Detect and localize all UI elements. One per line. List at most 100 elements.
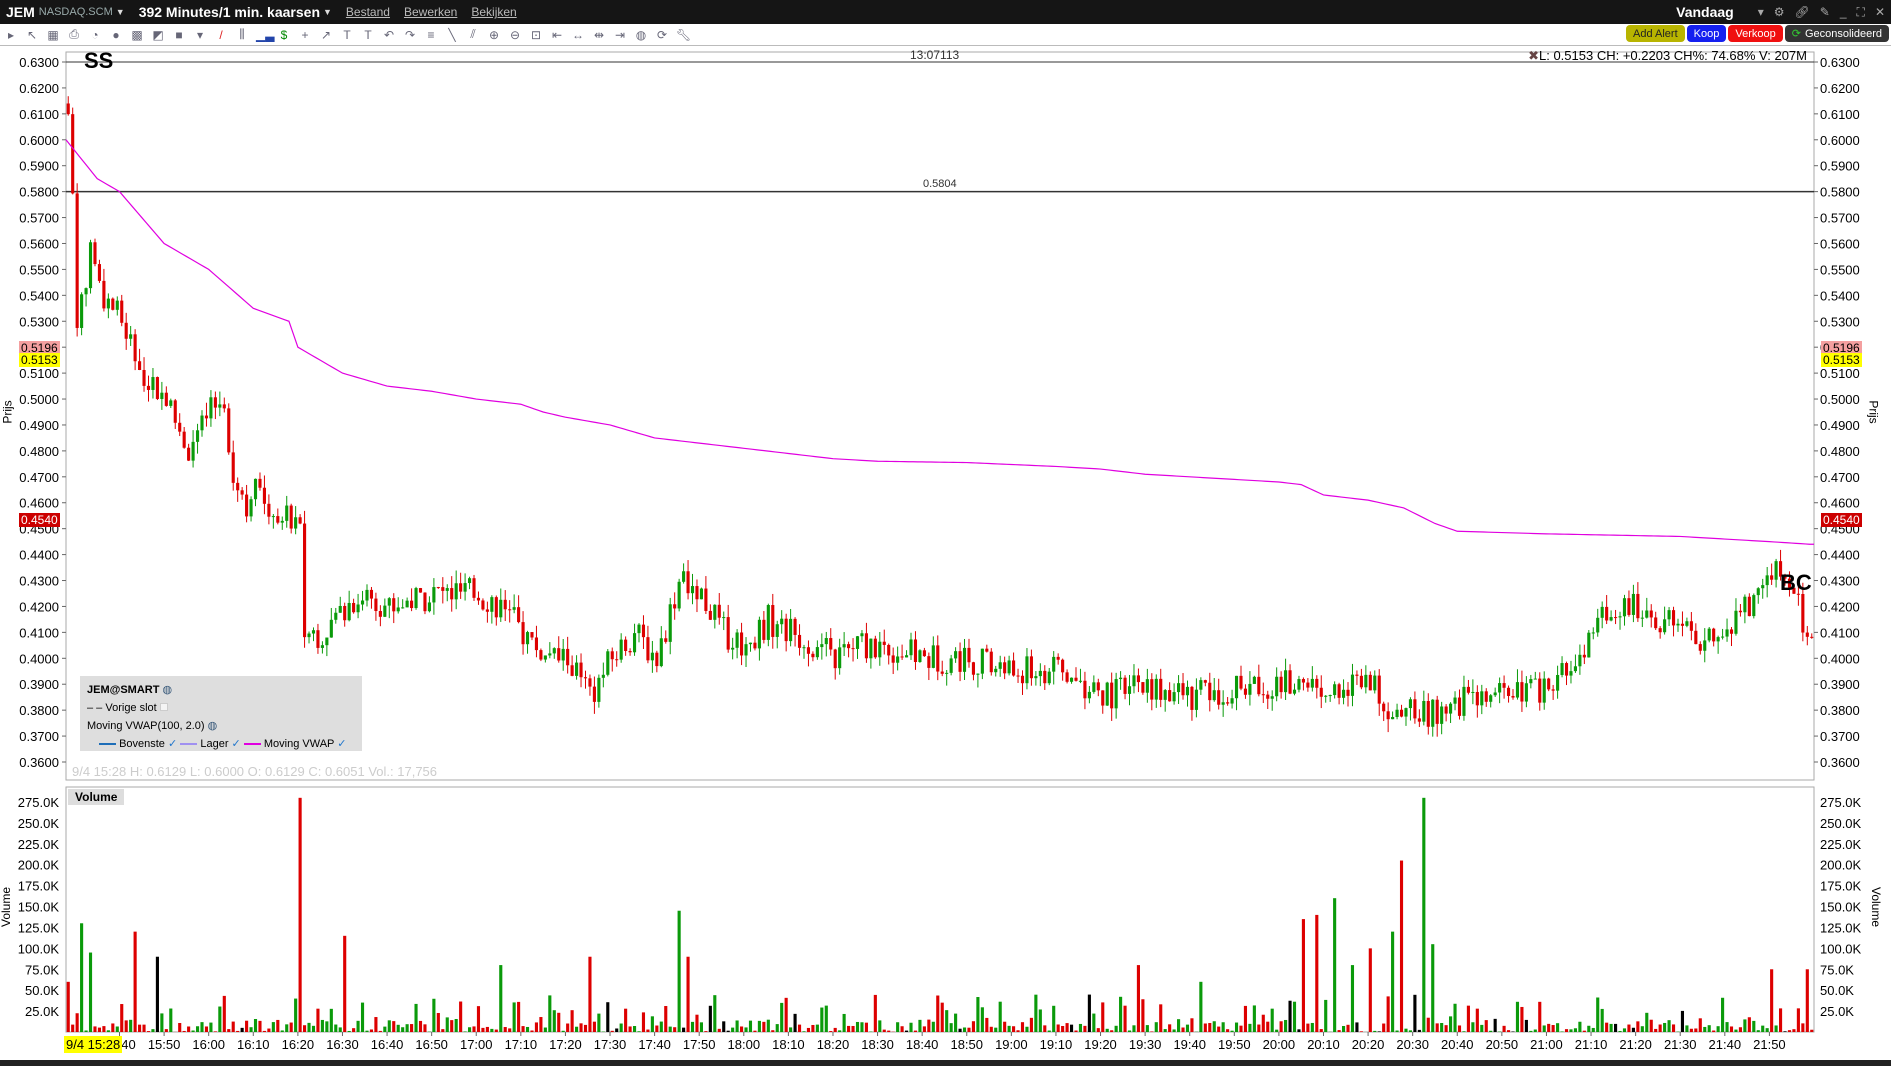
candle-body	[686, 571, 690, 594]
candle-body	[887, 644, 891, 656]
volume-bar	[1542, 1025, 1546, 1032]
globe-icon[interactable]: ◍	[208, 720, 218, 732]
volume-bar	[1172, 1029, 1176, 1032]
candle-body	[1596, 617, 1600, 633]
volume-bar	[1034, 994, 1038, 1032]
candle-body	[882, 641, 886, 645]
lower-checkbox[interactable]: ✓	[232, 738, 241, 750]
ohlc-readout: 9/4 15:28 H: 0.6129 L: 0.6000 O: 0.6129 …	[72, 764, 438, 779]
volume-bar	[717, 1028, 721, 1032]
prev-close-checkbox[interactable]	[159, 703, 168, 711]
candle-body	[227, 408, 231, 453]
time-tick: 16:00	[192, 1037, 225, 1052]
candle-body	[1132, 675, 1136, 687]
candle-body	[218, 404, 222, 408]
candle-body	[552, 648, 556, 654]
volume-bar	[467, 1027, 472, 1032]
volume-bar	[285, 1024, 289, 1032]
candle-body	[815, 647, 819, 658]
volume-bar	[450, 1020, 454, 1032]
volume-bar	[1551, 1025, 1555, 1032]
volume-bar	[1440, 1022, 1444, 1032]
vwap-checkbox[interactable]: ✓	[337, 738, 346, 750]
price-tick-right: 0.3700	[1820, 729, 1860, 744]
time-tick: 17:50	[683, 1037, 716, 1052]
candle-body	[1547, 678, 1551, 690]
candle-body	[503, 599, 507, 610]
volume-tick-left: 75.0K	[25, 962, 59, 977]
candle-body	[1738, 610, 1742, 613]
volume-bar	[771, 1030, 775, 1032]
volume-bar	[762, 1021, 766, 1032]
volume-bar	[1181, 1027, 1185, 1032]
volume-bar	[227, 1029, 231, 1032]
price-tick-right: 0.4600	[1820, 496, 1860, 511]
close-icon[interactable]: ✖	[1528, 48, 1539, 63]
candle-body	[896, 656, 900, 663]
price-tick-left: 0.4800	[19, 444, 59, 459]
volume-bar	[401, 1027, 405, 1032]
volume-bar	[802, 1031, 806, 1032]
volume-bar	[392, 1021, 396, 1032]
candle-body	[1520, 682, 1524, 702]
scrollbar[interactable]	[0, 1060, 1891, 1066]
time-tick: 19:00	[995, 1037, 1028, 1052]
volume-bar	[1333, 898, 1337, 1032]
volume-bar	[155, 956, 159, 1032]
candle-body	[1614, 617, 1618, 619]
candle-body	[1654, 617, 1658, 629]
volume-bar	[360, 1002, 365, 1032]
volume-bar	[628, 1026, 632, 1032]
volume-bar	[423, 1024, 427, 1032]
candle-body	[253, 478, 258, 500]
volume-bar	[1462, 1031, 1466, 1032]
time-tick: 17:30	[594, 1037, 627, 1052]
volume-bar	[1520, 1006, 1524, 1032]
candle-body	[396, 607, 400, 612]
candle-body	[1435, 699, 1439, 724]
candle-body	[450, 588, 454, 600]
volume-bar	[245, 1020, 249, 1032]
candle-body	[320, 645, 324, 648]
volume-bar	[1083, 1025, 1087, 1032]
price-tick-right: 0.5300	[1820, 314, 1860, 329]
candle-body	[1587, 632, 1591, 658]
volume-bar	[976, 997, 980, 1032]
time-tick: 18:40	[906, 1037, 939, 1052]
candle-body	[1373, 675, 1377, 691]
volume-bar	[1511, 1031, 1515, 1032]
candle-body	[164, 392, 168, 406]
volume-tick-right: 75.0K	[1820, 962, 1854, 977]
volume-bar	[124, 1020, 128, 1032]
candle-body	[1194, 689, 1198, 710]
volume-bar	[1101, 1002, 1105, 1032]
upper-checkbox[interactable]: ✓	[168, 738, 177, 750]
price-tick-right: 0.5100	[1820, 366, 1860, 381]
price-chart[interactable]: 0.6300 0.6300 0.6200 0.6200 0.6100 0.6100 0.60…	[0, 0, 1891, 1066]
volume-bar	[534, 1022, 539, 1032]
candle-body	[1337, 684, 1341, 698]
volume-bar	[151, 1029, 155, 1032]
candle-body	[1538, 678, 1542, 703]
candle-body	[838, 647, 842, 669]
volume-bar	[231, 1021, 235, 1032]
candle-body	[1154, 678, 1158, 700]
candle-body	[1114, 679, 1118, 709]
time-tick: 18:50	[950, 1037, 983, 1052]
candle-body	[1364, 674, 1368, 688]
globe-icon[interactable]: ◍	[163, 684, 173, 696]
candle-body	[418, 588, 423, 593]
volume-bar	[753, 1030, 757, 1032]
volume-bar	[410, 1024, 414, 1032]
volume-bar	[262, 1030, 266, 1032]
volume-bar	[1359, 1031, 1363, 1032]
candle-body	[347, 602, 351, 621]
candle-body	[740, 632, 744, 656]
candle-body	[1502, 683, 1506, 688]
candle-body	[472, 578, 476, 598]
volume-bar	[307, 1022, 311, 1032]
volume-bar	[1301, 919, 1305, 1032]
candle-body	[731, 647, 735, 650]
time-tick: 19:30	[1129, 1037, 1162, 1052]
candle-body	[1038, 670, 1042, 677]
